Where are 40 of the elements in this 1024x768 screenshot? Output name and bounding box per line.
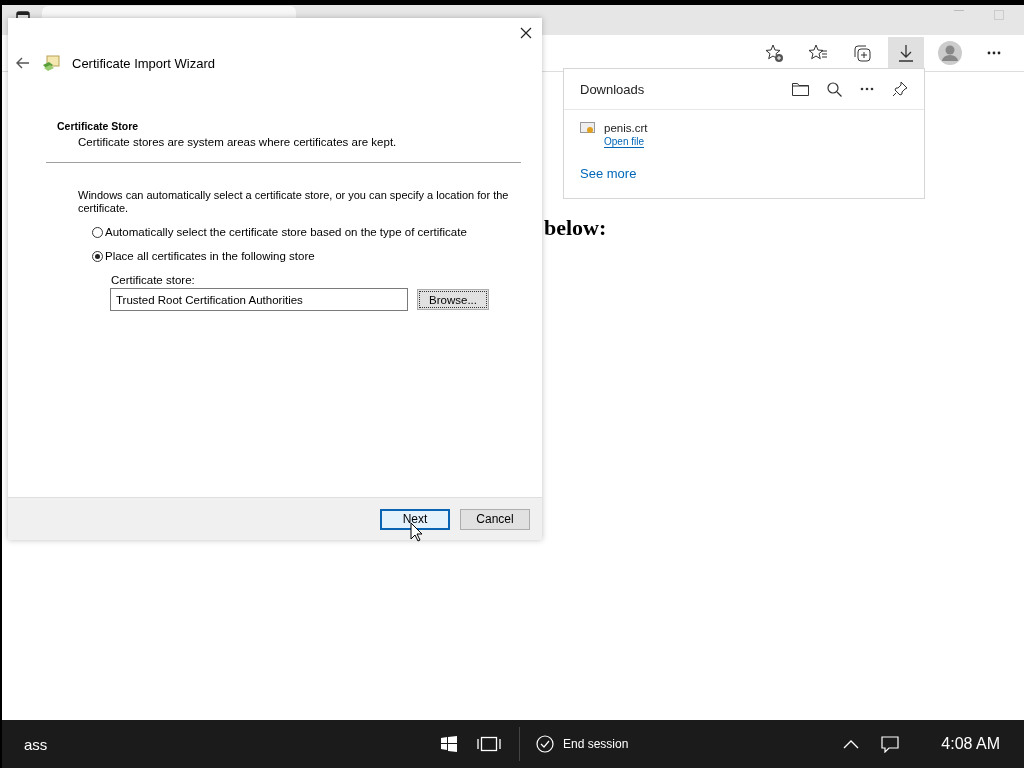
star-list-icon — [808, 43, 828, 63]
close-icon[interactable] — [520, 27, 532, 39]
field-label: Certificate store: — [111, 274, 196, 286]
downloads-button[interactable] — [888, 37, 924, 69]
dialog-button[interactable]: Cancel — [460, 508, 530, 530]
check-circle-icon[interactable] — [536, 735, 554, 753]
notification-icon[interactable] — [881, 735, 900, 753]
instruction-text: Windows can automatically select a certificate store, or you can specify a location for the certificate. — [78, 189, 510, 215]
cursor-icon — [410, 522, 423, 542]
section-heading: Certificate Store — [57, 120, 140, 132]
end-session-button[interactable]: End session — [563, 737, 629, 751]
certificate-icon — [42, 54, 60, 72]
user-name: ass — [24, 735, 49, 753]
clock: 4:08 AM — [941, 735, 1000, 753]
search-icon[interactable] — [827, 81, 842, 97]
more-icon[interactable] — [860, 87, 874, 91]
certificate-store-field[interactable]: Trusted Root Certification Authorities — [110, 288, 408, 311]
option-label[interactable]: Place all certificates in the following store — [105, 250, 315, 262]
open-file-link[interactable]: Open file — [604, 136, 645, 148]
download-icon — [896, 43, 916, 63]
windows-start-icon[interactable] — [441, 736, 457, 752]
section-description: Certificate stores are system areas where certificates are kept. — [78, 136, 398, 148]
chevron-up-icon[interactable] — [843, 739, 860, 749]
avatar-icon — [938, 41, 962, 65]
folder-icon[interactable] — [792, 82, 809, 96]
see-more-link[interactable]: See more — [580, 166, 637, 181]
more-icon — [987, 51, 1001, 55]
pin-icon[interactable] — [892, 81, 908, 97]
panel-title: Downloads — [580, 81, 645, 97]
option-label[interactable]: Automatically select the certificate store based on the type of certificate — [105, 226, 467, 238]
window-title: Certificate Import Wizard — [72, 55, 216, 71]
certificate-file-icon — [580, 122, 596, 136]
star-plus-icon — [764, 43, 784, 63]
collections-icon — [852, 43, 872, 63]
task-view-icon[interactable] — [477, 736, 501, 752]
dialog-button[interactable]: Next — [380, 508, 450, 530]
page-text: below: — [544, 215, 608, 241]
browse-button[interactable]: Browse... — [417, 289, 489, 310]
back-arrow-icon[interactable] — [16, 57, 30, 69]
file-name: penis.crt — [604, 122, 648, 134]
